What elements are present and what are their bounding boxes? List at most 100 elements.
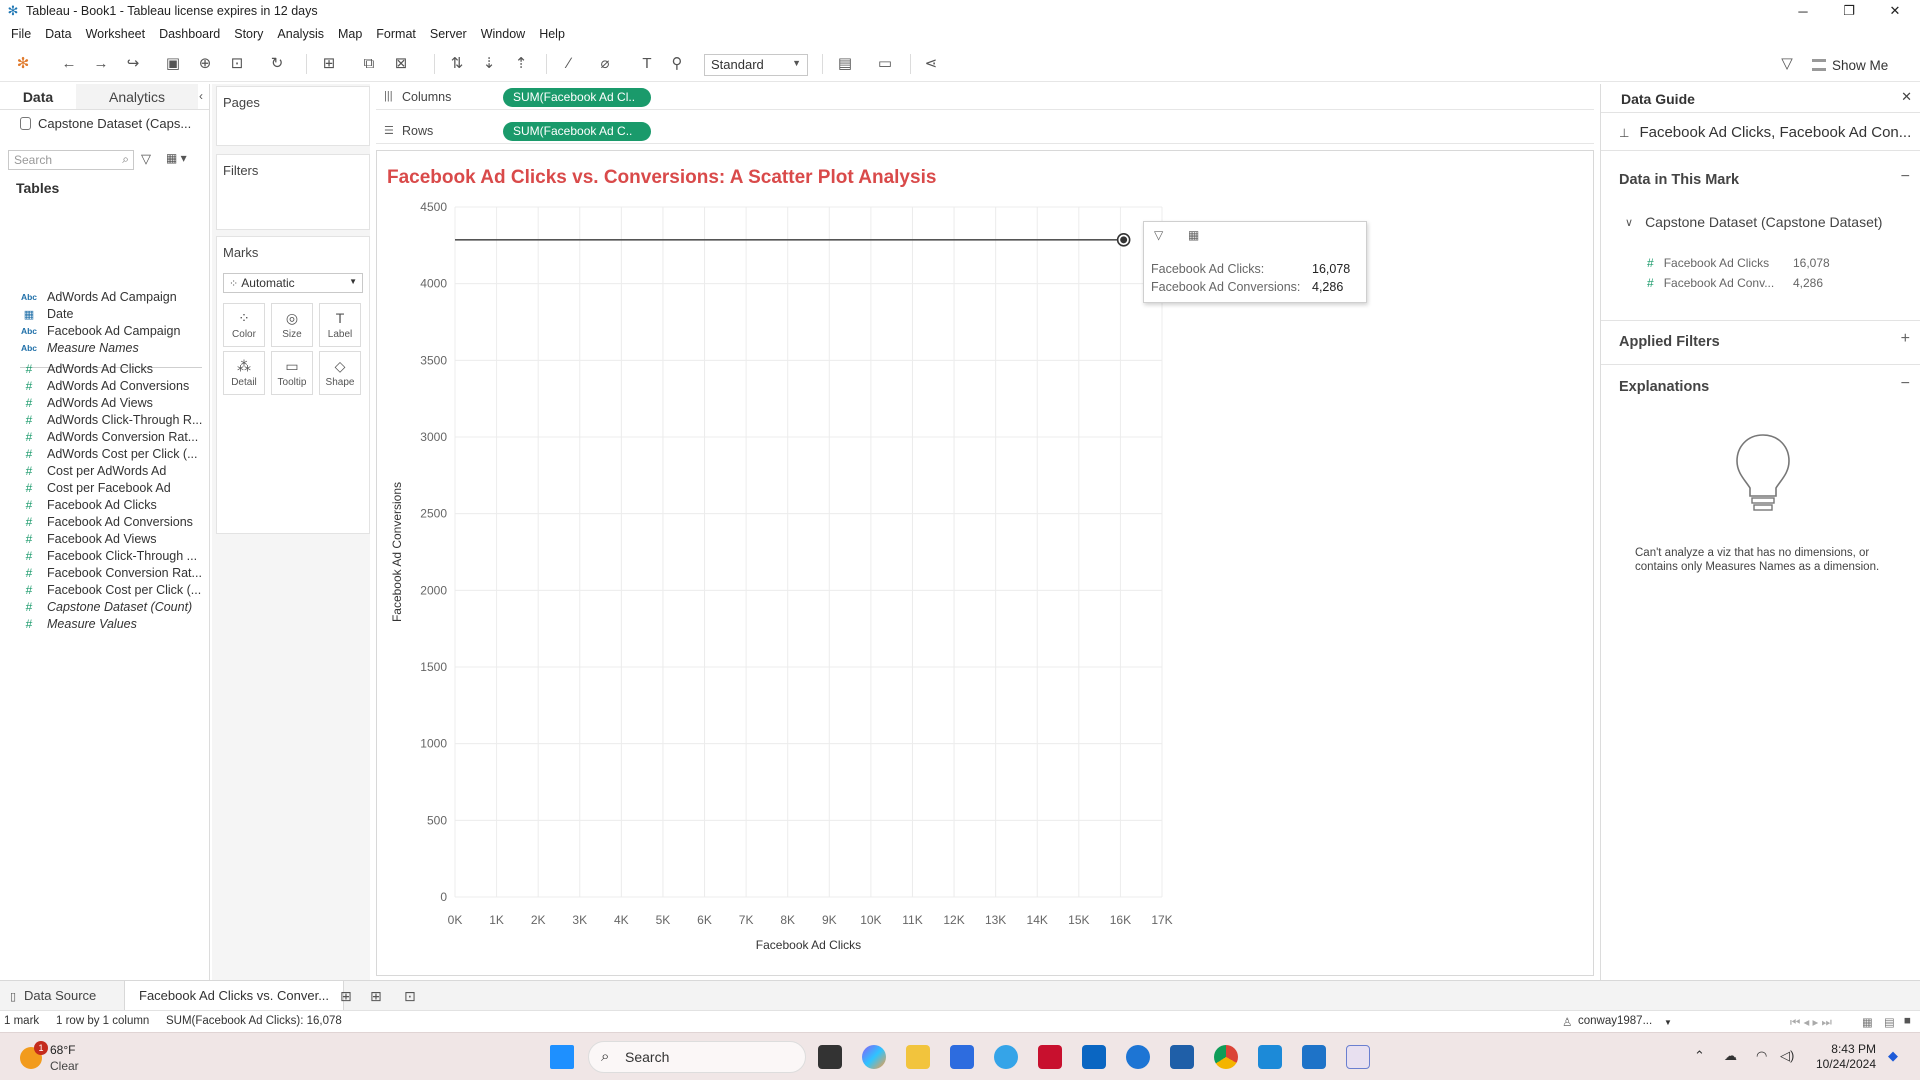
field-item[interactable]: Abc AdWords Ad Campaign — [20, 288, 204, 306]
redo-icon[interactable]: → — [90, 55, 112, 73]
menu-map[interactable]: Map — [331, 27, 369, 41]
menu-window[interactable]: Window — [474, 27, 532, 41]
refresh-icon[interactable]: ↻ — [266, 55, 288, 73]
menu-server[interactable]: Server — [423, 27, 474, 41]
task-view-icon[interactable] — [818, 1045, 842, 1069]
collapse-section-icon[interactable]: − — [1901, 375, 1910, 393]
field-item[interactable]: # AdWords Ad Conversions — [20, 377, 204, 395]
restore-button[interactable]: ❐ — [1826, 0, 1872, 22]
tab-data-source[interactable]: Data Source — [24, 981, 96, 1011]
applied-filters-heading[interactable]: Applied Filters — [1619, 334, 1720, 350]
new-worksheet-icon[interactable]: ⊞ — [318, 55, 340, 73]
field-item[interactable]: # Facebook Ad Views — [20, 530, 204, 548]
tableau-taskbar-icon[interactable] — [1346, 1045, 1370, 1069]
field-item[interactable]: ▦ Date — [20, 305, 204, 323]
field-item[interactable]: # Facebook Ad Clicks — [20, 496, 204, 514]
fix-axes-icon[interactable]: ⚲ — [666, 55, 688, 73]
show-mark-labels-icon[interactable]: T — [636, 55, 658, 73]
field-item[interactable]: # AdWords Cost per Click (... — [20, 445, 204, 463]
system-clock[interactable]: 8:43 PM 10/24/2024 — [1810, 1042, 1876, 1072]
swap-rows-columns-icon[interactable]: ⇅ — [446, 55, 468, 73]
sheet-navigation-icon[interactable]: ⏮ ◂ ▸ ⏭ — [1790, 1015, 1832, 1030]
marks-detail-button[interactable]: ⁂ Detail — [223, 351, 265, 395]
app-frame-icon[interactable] — [1170, 1045, 1194, 1069]
tab-analytics[interactable]: Analytics — [76, 84, 198, 109]
field-item[interactable]: # Facebook Ad Conversions — [20, 513, 204, 531]
mark-type-dropdown[interactable]: ⁘ Automatic ▼ — [223, 273, 363, 293]
menu-data[interactable]: Data — [38, 27, 78, 41]
volume-icon[interactable]: ◁) — [1780, 1048, 1794, 1064]
presentation-mode-icon[interactable]: ▭ — [874, 55, 896, 73]
marks-tooltip-button[interactable]: ▭ Tooltip — [271, 351, 313, 395]
clear-sheet-icon[interactable]: ⊠ — [390, 55, 412, 73]
vscode-icon[interactable] — [1258, 1045, 1282, 1069]
wifi-icon[interactable]: ◠ — [1756, 1048, 1767, 1064]
new-dashboard-icon[interactable]: ⊞ — [370, 988, 382, 1005]
menu-worksheet[interactable]: Worksheet — [79, 27, 153, 41]
filter-icon[interactable]: ▽ — [141, 151, 151, 167]
notifications-bell-icon[interactable]: ◆ — [1888, 1048, 1898, 1064]
show-hidden-icons-icon[interactable]: ⌃ — [1694, 1048, 1705, 1064]
data-guide-datasource[interactable]: ∨ Capstone Dataset (Capstone Dataset) — [1625, 214, 1882, 230]
save-icon[interactable]: ▣ — [162, 55, 184, 73]
field-search-input[interactable]: Search ⌕ — [8, 150, 134, 170]
sort-ascending-icon[interactable]: ⇣ — [478, 55, 500, 73]
field-item[interactable]: Abc Facebook Ad Campaign — [20, 322, 204, 340]
linkedin-icon[interactable] — [1082, 1045, 1106, 1069]
new-story-icon[interactable]: ⊡ — [404, 988, 416, 1005]
onedrive-icon[interactable]: ☁ — [1724, 1048, 1737, 1064]
rows-shelf[interactable]: ☰ Rows SUM(Facebook Ad C.. — [376, 118, 1594, 144]
filmstrip-icon[interactable]: ▤ — [1884, 1015, 1895, 1029]
replay-icon[interactable]: ↪ — [122, 55, 144, 73]
collapse-section-icon[interactable]: − — [1901, 168, 1910, 186]
field-item[interactable]: # AdWords Conversion Rat... — [20, 428, 204, 446]
datasource-item[interactable]: Capstone Dataset (Caps... — [20, 116, 191, 131]
tabs-view-icon[interactable]: ■ — [1904, 1015, 1911, 1027]
new-datasource-icon[interactable]: ⊕ — [194, 55, 216, 73]
menu-file[interactable]: File — [4, 27, 38, 41]
field-item[interactable]: # Capstone Dataset (Count) — [20, 598, 204, 616]
field-item[interactable]: # Cost per Facebook Ad — [20, 479, 204, 497]
copilot-icon[interactable] — [862, 1045, 886, 1069]
user-account[interactable]: conway1987... — [1578, 1015, 1652, 1027]
marks-shape-button[interactable]: ◇ Shape — [319, 351, 361, 395]
field-item[interactable]: # Measure Values — [20, 615, 204, 633]
sheet-sorter-icon[interactable]: ▦ — [1862, 1015, 1873, 1029]
highlight-icon[interactable]: ∕ — [558, 55, 580, 73]
chevron-down-icon[interactable]: ▼ — [1664, 1018, 1672, 1027]
field-item[interactable]: # AdWords Click-Through R... — [20, 411, 204, 429]
close-icon[interactable]: ✕ — [1901, 89, 1912, 105]
menu-analysis[interactable]: Analysis — [270, 27, 331, 41]
explanations-heading[interactable]: Explanations — [1619, 379, 1709, 395]
group-members-icon[interactable]: ⌀ — [594, 55, 616, 73]
notepad-icon[interactable] — [1302, 1045, 1326, 1069]
windows-start-icon[interactable] — [550, 1045, 574, 1069]
view-data-icon[interactable]: ▦ — [1188, 228, 1199, 242]
minimize-button[interactable]: ─ — [1780, 0, 1826, 22]
menu-dashboard[interactable]: Dashboard — [152, 27, 227, 41]
viz-canvas[interactable]: Facebook Ad Clicks vs. Conversions: A Sc… — [376, 150, 1594, 976]
field-item[interactable]: Abc Measure Names — [20, 339, 204, 357]
field-item[interactable]: # Facebook Conversion Rat... — [20, 564, 204, 582]
menu-format[interactable]: Format — [369, 27, 423, 41]
new-worksheet-icon[interactable]: ⊞ — [340, 988, 352, 1005]
keep-only-icon[interactable]: ▽ — [1154, 228, 1163, 242]
undo-icon[interactable]: ← — [58, 55, 80, 73]
field-item[interactable]: # AdWords Ad Clicks — [20, 360, 204, 378]
marks-label-button[interactable]: T Label — [319, 303, 361, 347]
file-explorer-icon[interactable] — [906, 1045, 930, 1069]
chrome-icon[interactable] — [1214, 1045, 1238, 1069]
scatter-chart[interactable]: 0 500 1000 1500 2000 2500 3000 3500 4000 4500 0K 1K… — [377, 151, 1595, 977]
show-cards-icon[interactable]: ▤ — [834, 55, 856, 73]
fit-dropdown[interactable]: Standard ▼ — [704, 54, 808, 76]
help-icon[interactable] — [994, 1045, 1018, 1069]
rows-pill[interactable]: SUM(Facebook Ad C.. — [503, 122, 651, 141]
close-button[interactable]: ✕ — [1872, 0, 1918, 22]
show-me-button[interactable]: Show Me — [1812, 54, 1888, 76]
filters-card[interactable]: Filters — [216, 154, 370, 230]
share-icon[interactable]: ⋖ — [920, 55, 942, 73]
microsoft-store-icon[interactable] — [950, 1045, 974, 1069]
data-in-mark-heading[interactable]: Data in This Mark — [1619, 172, 1739, 188]
tableau-start-icon[interactable]: ✻ — [12, 55, 34, 73]
field-item[interactable]: # Facebook Cost per Click (... — [20, 581, 204, 599]
